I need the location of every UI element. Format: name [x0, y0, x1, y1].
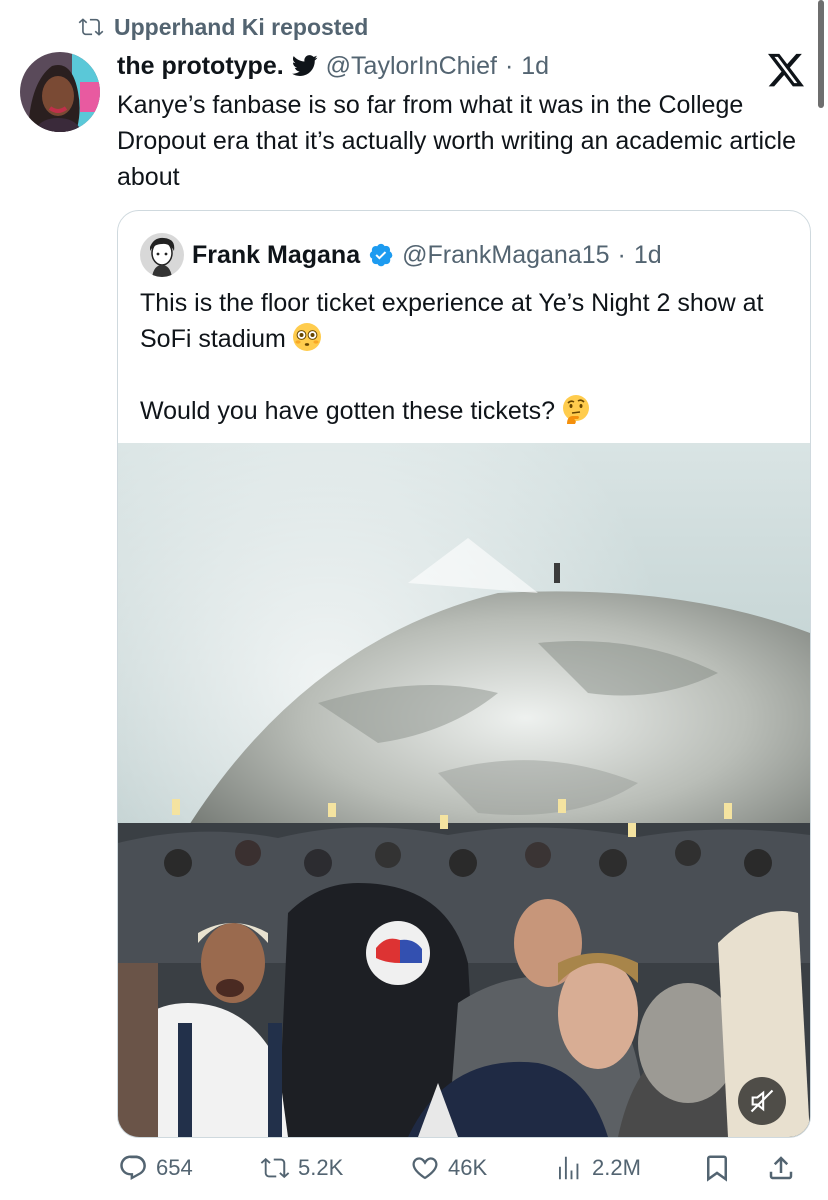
bookmark-icon: [707, 1155, 727, 1182]
views-chart-icon: [559, 1156, 579, 1180]
quote-text: This is the floor ticket experience at Y…: [140, 285, 790, 429]
quote-text-line1: This is the floor ticket experience at Y…: [140, 289, 764, 353]
muted-speaker-icon: [750, 1089, 774, 1113]
author-name[interactable]: the prototype.: [117, 52, 284, 81]
author-avatar[interactable]: [20, 52, 100, 132]
quote-header: Frank Magana @FrankMagana15 · 1d: [192, 237, 662, 273]
quote-author-avatar[interactable]: [140, 233, 184, 277]
tweet-text: Kanye’s fanbase is so far from what it w…: [117, 91, 797, 191]
dot-separator: ·: [504, 51, 514, 80]
tweet-time[interactable]: 1d: [521, 52, 549, 81]
flushed-face-emoji: [292, 323, 321, 351]
mute-toggle-button[interactable]: [738, 1077, 786, 1125]
quote-author-handle[interactable]: @FrankMagana15: [402, 241, 609, 270]
share-icon: [769, 1156, 793, 1180]
repost-icon: [260, 1157, 290, 1179]
like-count: 46K: [448, 1155, 488, 1180]
reply-icon: [120, 1155, 146, 1180]
concert-video-frame: [118, 443, 810, 1137]
repost-icon: [78, 18, 104, 36]
quote-author-name[interactable]: Frank Magana: [192, 241, 360, 270]
video-player[interactable]: [118, 443, 810, 1137]
tweet-action-bar: 654 5.2K 46K 2.2M: [118, 1148, 808, 1188]
verified-badge-icon: [369, 243, 393, 267]
repost-button[interactable]: 5.2K: [260, 1148, 343, 1188]
like-button[interactable]: 46K: [410, 1148, 487, 1188]
author-handle[interactable]: @TaylorInChief: [326, 52, 497, 81]
quote-text-line2: Would you have gotten these tickets?: [140, 397, 556, 425]
repost-indicator[interactable]: Upperhand Ki reposted: [78, 12, 368, 42]
x-logo-icon: [766, 50, 806, 90]
reply-count: 654: [156, 1155, 193, 1180]
repost-label: Upperhand Ki reposted: [114, 13, 369, 40]
quoted-tweet[interactable]: Frank Magana @FrankMagana15 · 1d This is…: [117, 210, 811, 1138]
views-button[interactable]: 2.2M: [554, 1148, 641, 1188]
share-button[interactable]: [766, 1148, 796, 1188]
repost-count: 5.2K: [298, 1155, 344, 1180]
heart-icon: [412, 1157, 438, 1180]
quote-time[interactable]: 1d: [634, 241, 662, 270]
bird-icon: [291, 55, 318, 76]
scrollbar[interactable]: [818, 0, 824, 108]
thinking-face-emoji: [563, 395, 590, 424]
tweet-header: the prototype. @TaylorInChief · 1d: [117, 48, 549, 84]
reply-button[interactable]: 654: [118, 1148, 193, 1188]
view-count: 2.2M: [592, 1155, 641, 1180]
bookmark-button[interactable]: [702, 1148, 732, 1188]
dot-separator: ·: [617, 240, 626, 269]
